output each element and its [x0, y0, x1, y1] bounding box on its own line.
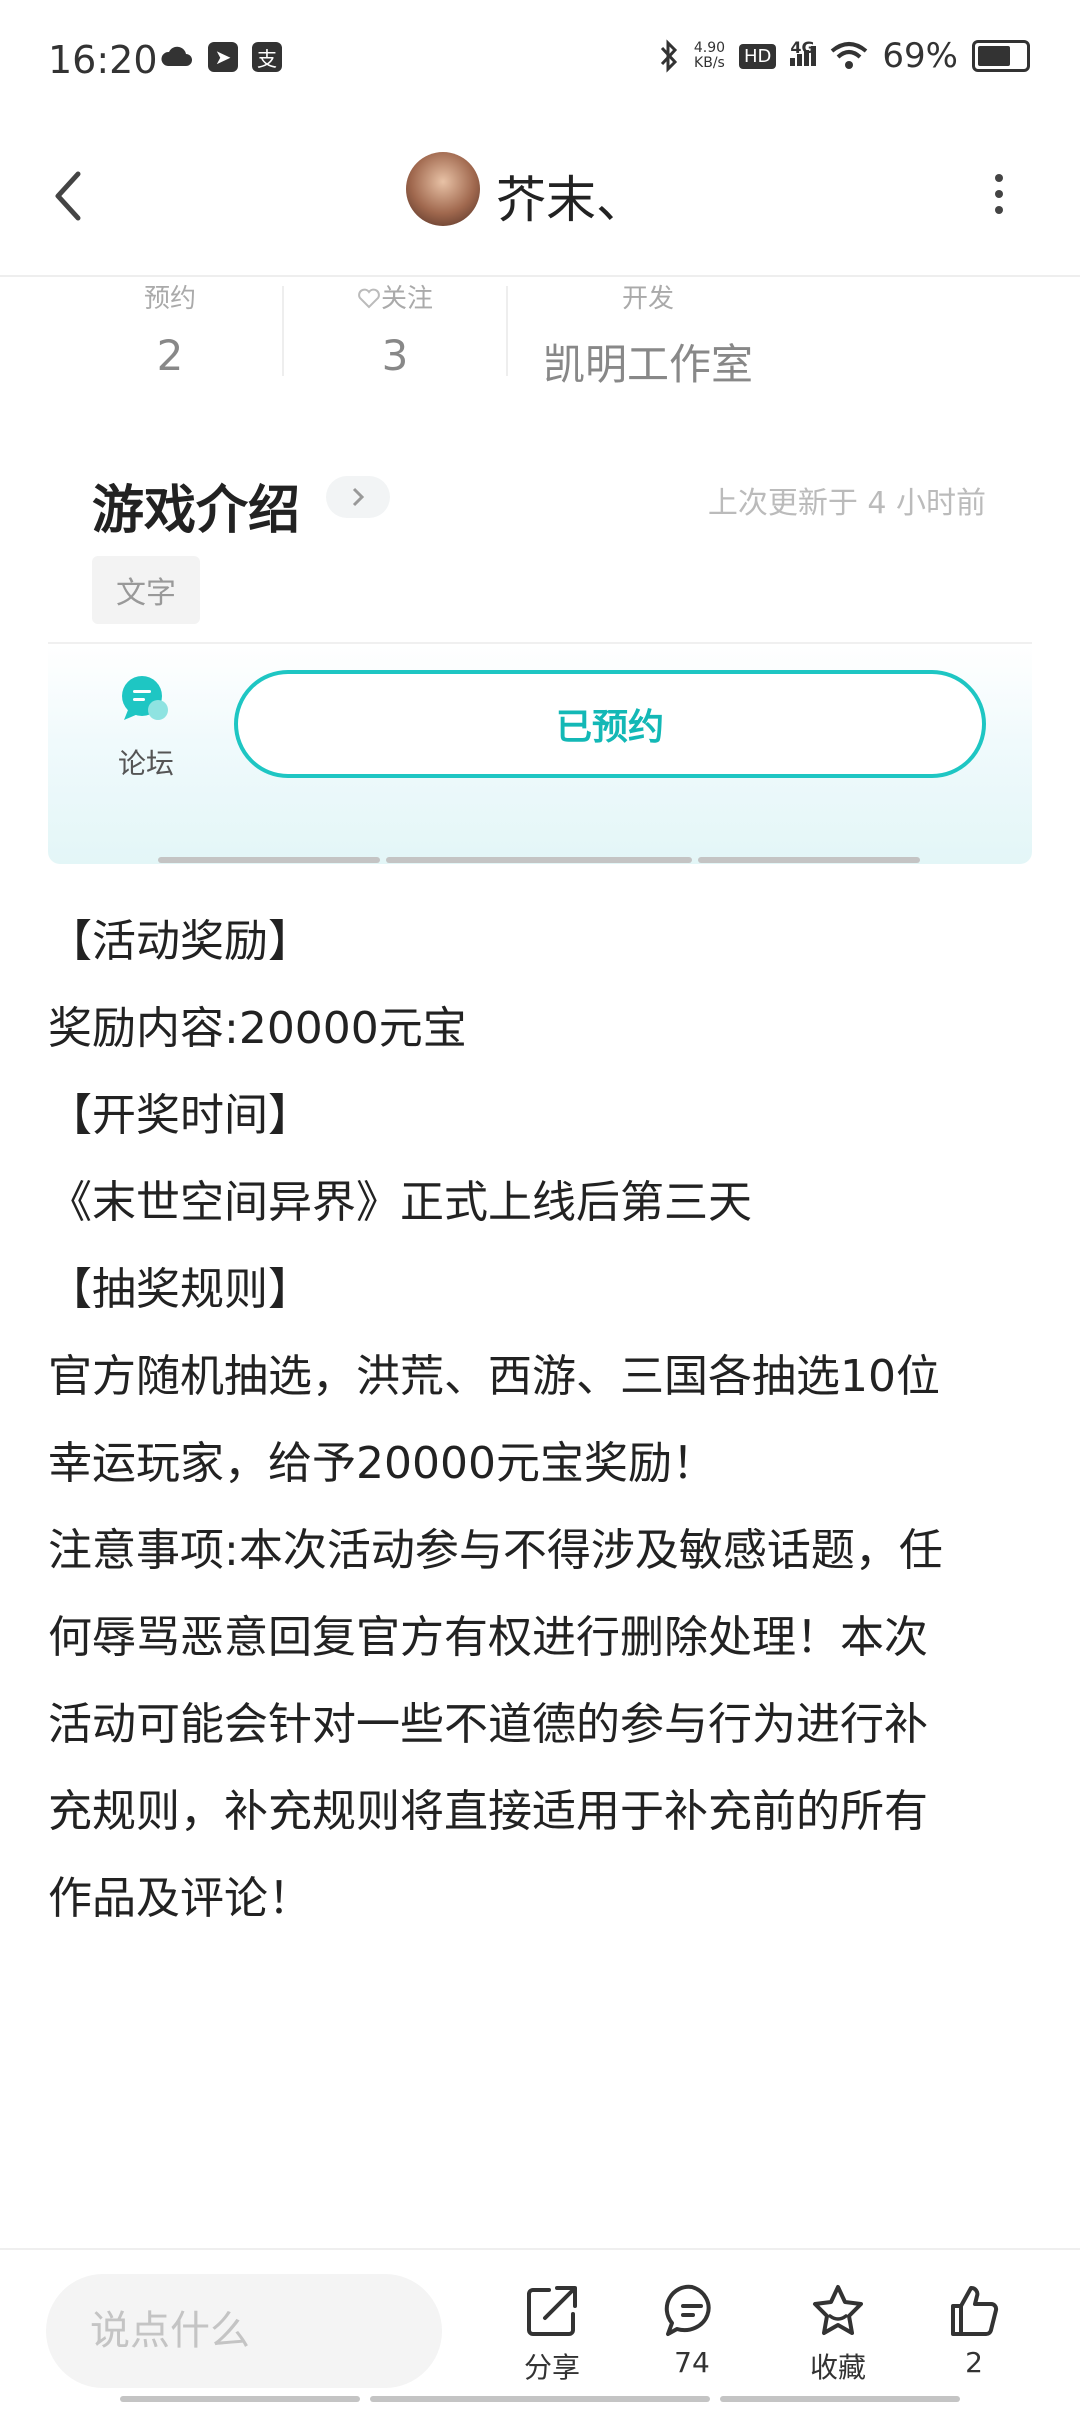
avatar[interactable]	[406, 152, 480, 226]
battery-percent: 69%	[882, 36, 958, 76]
stat-label: 关注	[340, 278, 450, 315]
comments-button[interactable]: 74	[632, 2282, 752, 2379]
scroll-indicator	[158, 857, 380, 863]
hd-badge: HD	[739, 43, 777, 69]
article-body: 【活动奖励】 奖励内容:20000元宝 【开奖时间】 《末世空间异界》正式上线后…	[48, 898, 1038, 1942]
share-icon	[527, 2286, 577, 2336]
forum-icon[interactable]	[118, 672, 174, 728]
stat-value: 3	[381, 331, 409, 380]
user-nickname[interactable]: 芥末、	[496, 160, 646, 232]
stat-label: 预约	[143, 284, 196, 314]
cloud-icon	[161, 46, 192, 66]
article-line: 奖励内容:20000元宝	[48, 1003, 467, 1054]
article-line: 充规则，补充规则将直接适用于补充前的所有	[48, 1786, 928, 1837]
gesture-bar	[720, 2396, 960, 2402]
forum-label[interactable]: 论坛	[118, 742, 174, 782]
thumbs-up-icon	[951, 2286, 999, 2336]
stat-followers[interactable]: 关注 3	[340, 278, 450, 380]
status-time: 16:20	[48, 38, 158, 82]
article-line: 活动可能会针对一些不道德的参与行为进行补	[48, 1699, 928, 1750]
scroll-indicator	[698, 857, 920, 863]
share-button[interactable]: 分享	[492, 2282, 612, 2386]
battery-icon	[972, 40, 1030, 72]
stat-value: 凯明工作室	[542, 340, 753, 389]
gesture-bar	[120, 2396, 360, 2402]
article-line: 【抽奖规则】	[48, 1264, 312, 1315]
heart-icon	[358, 288, 380, 309]
wifi-icon	[831, 42, 868, 69]
article-line: 《末世空间异界》正式上线后第三天	[48, 1177, 752, 1228]
signal-icon: 4G	[790, 38, 817, 66]
status-right: 4.90 KB/s HD 4G 69%	[658, 36, 1030, 76]
stat-label: 开发	[621, 284, 674, 314]
category-tag[interactable]: 文字	[92, 556, 200, 624]
stat-developer[interactable]: 开发 凯明工作室	[538, 278, 758, 392]
status-bar: 16:20 ➤ 支 4.90 KB/s HD 4G 69%	[0, 0, 1080, 120]
comment-input[interactable]	[46, 2274, 442, 2388]
comment-icon	[664, 2284, 711, 2336]
stat-reservations: 预约 2	[120, 278, 220, 380]
intro-expand-button[interactable]	[326, 476, 390, 518]
gesture-bar	[370, 2396, 710, 2402]
article-line: 何辱骂恶意回复官方有权进行删除处理！本次	[48, 1612, 928, 1663]
article-line: 官方随机抽选，洪荒、西游、三国各抽选10位	[48, 1351, 940, 1402]
bluetooth-icon	[660, 39, 677, 73]
notification-icons: ➤ 支	[160, 42, 282, 72]
article-line: 作品及评论！	[48, 1873, 312, 1924]
like-count: 2	[965, 2346, 983, 2379]
divider	[282, 286, 284, 376]
article-line: 【开奖时间】	[48, 1090, 312, 1141]
update-time: 上次更新于 4 小时前	[707, 486, 986, 521]
comment-count: 74	[674, 2346, 710, 2379]
scroll-indicator	[386, 857, 692, 863]
article-line: 注意事项:本次活动参与不得涉及敏感话题，任	[48, 1525, 943, 1576]
article-line: 幸运玩家，给予20000元宝奖励！	[48, 1438, 716, 1489]
article-line: 【活动奖励】	[48, 916, 312, 967]
chevron-right-icon	[352, 487, 365, 507]
back-icon[interactable]	[48, 168, 88, 224]
favorite-button[interactable]: 收藏	[778, 2282, 898, 2386]
favorite-label: 收藏	[809, 2351, 866, 2384]
telegram-icon: ➤	[208, 42, 238, 72]
divider	[506, 286, 508, 376]
section-title: 游戏介绍	[92, 481, 301, 541]
like-button[interactable]: 2	[914, 2282, 1034, 2379]
share-label: 分享	[523, 2351, 580, 2384]
reserved-button[interactable]: 已预约	[234, 670, 986, 778]
more-icon[interactable]	[994, 172, 1004, 216]
stat-value: 2	[156, 331, 184, 380]
app-notify-icon: 支	[252, 42, 282, 72]
net-speed: 4.90 KB/s	[693, 40, 726, 71]
star-icon	[813, 2285, 863, 2335]
